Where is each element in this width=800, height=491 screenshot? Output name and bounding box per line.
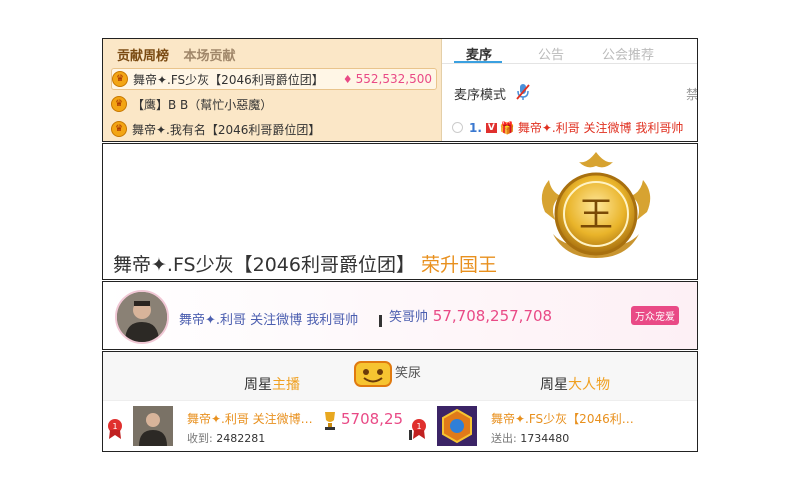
weekly-bigshot-title: 周星大人物 [540, 374, 610, 394]
weekly-star-panel: 周星主播 笑尿 周星大人物 1 舞帝✦.利哥 关注微博… 收到: 2482281… [102, 351, 698, 452]
title-highlight: 大人物 [568, 377, 610, 393]
tab-session-contribution[interactable]: 本场贡献 [184, 49, 236, 64]
mic-queue-panel: 麦序 公告 公会推荐 麦序模式 禁 1. V 🎁 舞帝✦.利哥 关注微博 我利哥… [442, 39, 698, 141]
sent-stat: 送出: 1734480 [491, 430, 569, 446]
rank-ribbon-icon: 1 [107, 418, 123, 444]
received-stat: 收到: 2482281 [187, 430, 265, 446]
bigshot-thumbnail[interactable] [437, 406, 477, 446]
weekly-anchor-title: 周星主播 [244, 374, 300, 394]
tab-announcement[interactable]: 公告 [538, 44, 564, 63]
weekly-bigshot-card[interactable]: 1 舞帝✦.FS少灰【2046利… 送出: 1734480 [411, 406, 691, 448]
title-prefix: 周星 [540, 377, 568, 393]
laugh-logo-icon [353, 358, 393, 394]
mic-tabs: 麦序 公告 公会推荐 [442, 39, 697, 64]
stat-label: 收到: [187, 432, 213, 445]
stat-value: 1734480 [520, 432, 570, 445]
announcement-text: 舞帝✦.FS少灰【2046利哥爵位团】 荣升国王 [113, 250, 497, 277]
weekly-header: 周星主播 笑尿 周星大人物 [103, 352, 697, 401]
contribution-amount: ♦ 552,532,500 [343, 72, 432, 86]
diamond-icon: ♦ [342, 72, 353, 86]
announcement-user: 舞帝✦.FS少灰【2046利哥爵位团】 [113, 254, 415, 276]
divider [379, 315, 382, 327]
anchor-name[interactable]: 舞帝✦.利哥 关注微博… [187, 410, 313, 427]
amount-value: 552,532,500 [355, 72, 432, 86]
banner-right-name: 笑哥帅 [389, 310, 429, 325]
contributor-name: 舞帝✦.FS少灰【2046利哥爵位团】 [133, 72, 324, 87]
vip-badge: V [485, 122, 497, 133]
bigshot-name[interactable]: 舞帝✦.FS少灰【2046利… [491, 410, 634, 427]
mic-right-label: 禁 [686, 88, 698, 103]
contribution-board: 贡献周榜 本场贡献 ♛ 舞帝✦.FS少灰【2046利哥爵位团】 ♦ 552,53… [103, 39, 442, 141]
mic-mode-label: 麦序模式 [454, 88, 507, 103]
contribution-row[interactable]: ♛ 舞帝✦.FS少灰【2046利哥爵位团】 ♦ 552,532,500 [111, 68, 437, 90]
king-badge-icon: 王 [535, 148, 657, 279]
trophy-icon [323, 410, 337, 434]
middle-value: 5708,25 [341, 410, 404, 428]
mic-queue-item[interactable]: 1. V 🎁 舞帝✦.利哥 关注微博 我利哥帅 [452, 119, 683, 136]
weekly-anchor-card[interactable]: 1 舞帝✦.利哥 关注微博… 收到: 2482281 [107, 406, 337, 448]
crown-icon: ♛ [112, 71, 128, 87]
stat-value: 2482281 [216, 432, 266, 445]
queue-number: 1. [469, 120, 482, 135]
gift-icon: 🎁 [499, 120, 515, 135]
title-prefix: 周星 [244, 377, 272, 393]
avatar[interactable] [115, 290, 169, 344]
center-label: 笑尿 [395, 366, 422, 381]
crown-icon: ♛ [111, 121, 127, 137]
banner-right-info: 笑哥帅 57,708,257,708 [389, 306, 552, 325]
crown-icon: ♛ [111, 96, 127, 112]
microphone-icon[interactable] [516, 83, 530, 105]
contributor-name: 【鹰】B B（幫忙小惡魔） [132, 97, 273, 112]
tab-weekly-contribution[interactable]: 贡献周榜 [117, 49, 169, 64]
announcement-panel: 舞帝✦.FS少灰【2046利哥爵位团】 荣升国王 王 [102, 143, 698, 280]
title-highlight: 主播 [272, 377, 300, 393]
contribution-row[interactable]: ♛ 舞帝✦.我有名【2046利哥爵位团】 [111, 119, 320, 139]
banner-user-text[interactable]: 舞帝✦.利哥 关注微博 我利哥帅 [179, 309, 358, 328]
stat-label: 送出: [491, 432, 517, 445]
svg-text:1: 1 [416, 422, 421, 431]
announcement-title: 荣升国王 [421, 254, 498, 276]
wanzhong-badge[interactable]: 万众宠爱 [631, 306, 679, 325]
contributor-name: 舞帝✦.我有名【2046利哥爵位团】 [132, 122, 321, 137]
queue-user-name: 舞帝✦.利哥 关注微博 我利哥帅 [517, 121, 684, 135]
rank-ribbon-icon: 1 [411, 418, 427, 444]
active-tab-underline [454, 61, 502, 63]
contribution-tabs: 贡献周榜 本场贡献 [117, 45, 246, 64]
svg-text:王: 王 [579, 195, 613, 235]
anchor-thumbnail[interactable] [133, 406, 173, 446]
tab-guild-recommend[interactable]: 公会推荐 [602, 44, 654, 63]
banner-right-value: 57,708,257,708 [432, 307, 553, 325]
svg-text:1: 1 [112, 422, 117, 431]
banner-panel: 舞帝✦.利哥 关注微博 我利哥帅 笑哥帅 57,708,257,708 万众宠爱 [102, 281, 698, 350]
top-panel: 贡献周榜 本场贡献 ♛ 舞帝✦.FS少灰【2046利哥爵位团】 ♦ 552,53… [102, 38, 698, 142]
contribution-row[interactable]: ♛ 【鹰】B B（幫忙小惡魔） [111, 94, 272, 114]
radio-icon [452, 122, 463, 133]
